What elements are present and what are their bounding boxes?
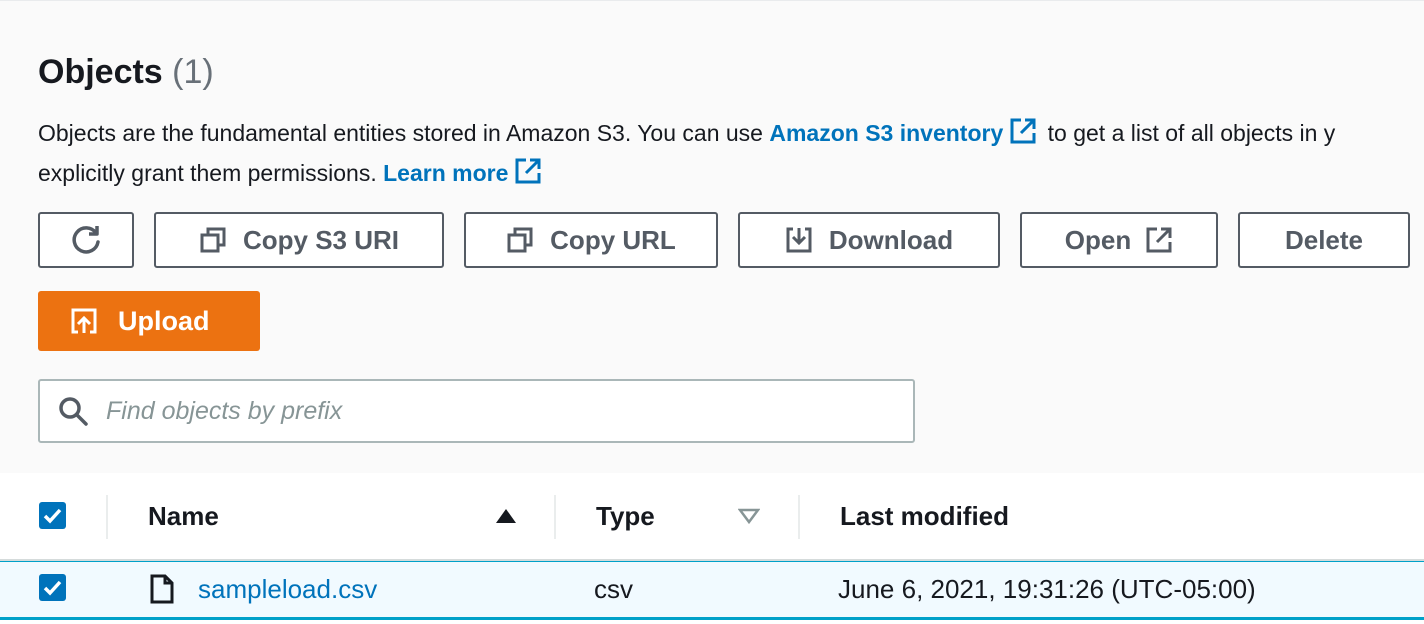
- copy-icon: [507, 227, 533, 253]
- description-text: Objects are the fundamental entities sto…: [38, 120, 770, 146]
- file-name-link[interactable]: sampleload.csv: [198, 574, 377, 605]
- copy-s3-uri-label: Copy S3 URI: [242, 224, 400, 255]
- upload-icon: [71, 308, 97, 334]
- sort-descending-icon[interactable]: [738, 507, 760, 525]
- file-last-modified: June 6, 2021, 19:31:26 (UTC-05:00): [838, 574, 1256, 604]
- learn-more-link[interactable]: Learn more: [383, 160, 508, 186]
- column-divider: [106, 495, 108, 539]
- table-header: Name Type Last modified: [0, 473, 1424, 561]
- select-all-checkbox[interactable]: [39, 502, 66, 529]
- row-checkbox[interactable]: [39, 574, 66, 601]
- download-label: Download: [828, 224, 954, 255]
- copy-url-button[interactable]: Copy URL: [464, 212, 718, 268]
- checkmark-icon: [43, 580, 62, 596]
- file-type: csv: [594, 574, 633, 604]
- download-icon: [786, 227, 812, 253]
- search-icon: [59, 397, 88, 426]
- sort-ascending-icon[interactable]: [495, 507, 517, 525]
- checkmark-icon: [43, 508, 62, 524]
- copy-url-label: Copy URL: [550, 224, 676, 255]
- external-link-icon[interactable]: [514, 157, 542, 191]
- description-text-2: explicitly grant them permissions.: [38, 160, 384, 186]
- description-line-2: explicitly grant them permissions. Learn…: [38, 157, 546, 191]
- download-button[interactable]: Download: [738, 212, 1000, 268]
- refresh-button[interactable]: [38, 212, 134, 268]
- column-header-last-modified[interactable]: Last modified: [840, 501, 1009, 532]
- file-icon: [150, 574, 174, 604]
- objects-panel: Objects (1) Objects are the fundamental …: [0, 0, 1424, 473]
- inventory-link[interactable]: Amazon S3 inventory: [769, 120, 1003, 146]
- upload-button[interactable]: Upload: [38, 291, 260, 351]
- open-button[interactable]: Open: [1020, 212, 1218, 268]
- description-line-1: Objects are the fundamental entities sto…: [38, 117, 1335, 151]
- column-divider: [554, 495, 556, 539]
- table-row[interactable]: sampleload.csv csv June 6, 2021, 19:31:2…: [0, 561, 1424, 620]
- search-input[interactable]: [104, 395, 868, 427]
- delete-button[interactable]: Delete: [1238, 212, 1410, 268]
- copy-icon: [200, 227, 226, 253]
- objects-count: (1): [172, 53, 214, 91]
- page-title: Objects (1): [38, 53, 214, 92]
- s3-objects-page: Objects (1) Objects are the fundamental …: [0, 0, 1424, 624]
- column-header-name[interactable]: Name: [148, 501, 219, 532]
- description-tail: to get a list of all objects in y: [1041, 120, 1336, 146]
- column-header-type[interactable]: Type: [596, 501, 655, 532]
- upload-label: Upload: [118, 305, 210, 336]
- external-link-icon[interactable]: [1009, 117, 1037, 151]
- copy-s3-uri-button[interactable]: Copy S3 URI: [154, 212, 444, 268]
- open-label: Open: [1064, 224, 1132, 255]
- refresh-icon: [72, 226, 100, 254]
- objects-title: Objects: [38, 53, 163, 91]
- column-divider: [798, 495, 800, 539]
- delete-label: Delete: [1284, 224, 1364, 255]
- search-box[interactable]: [38, 379, 915, 443]
- external-link-icon: [1146, 227, 1172, 253]
